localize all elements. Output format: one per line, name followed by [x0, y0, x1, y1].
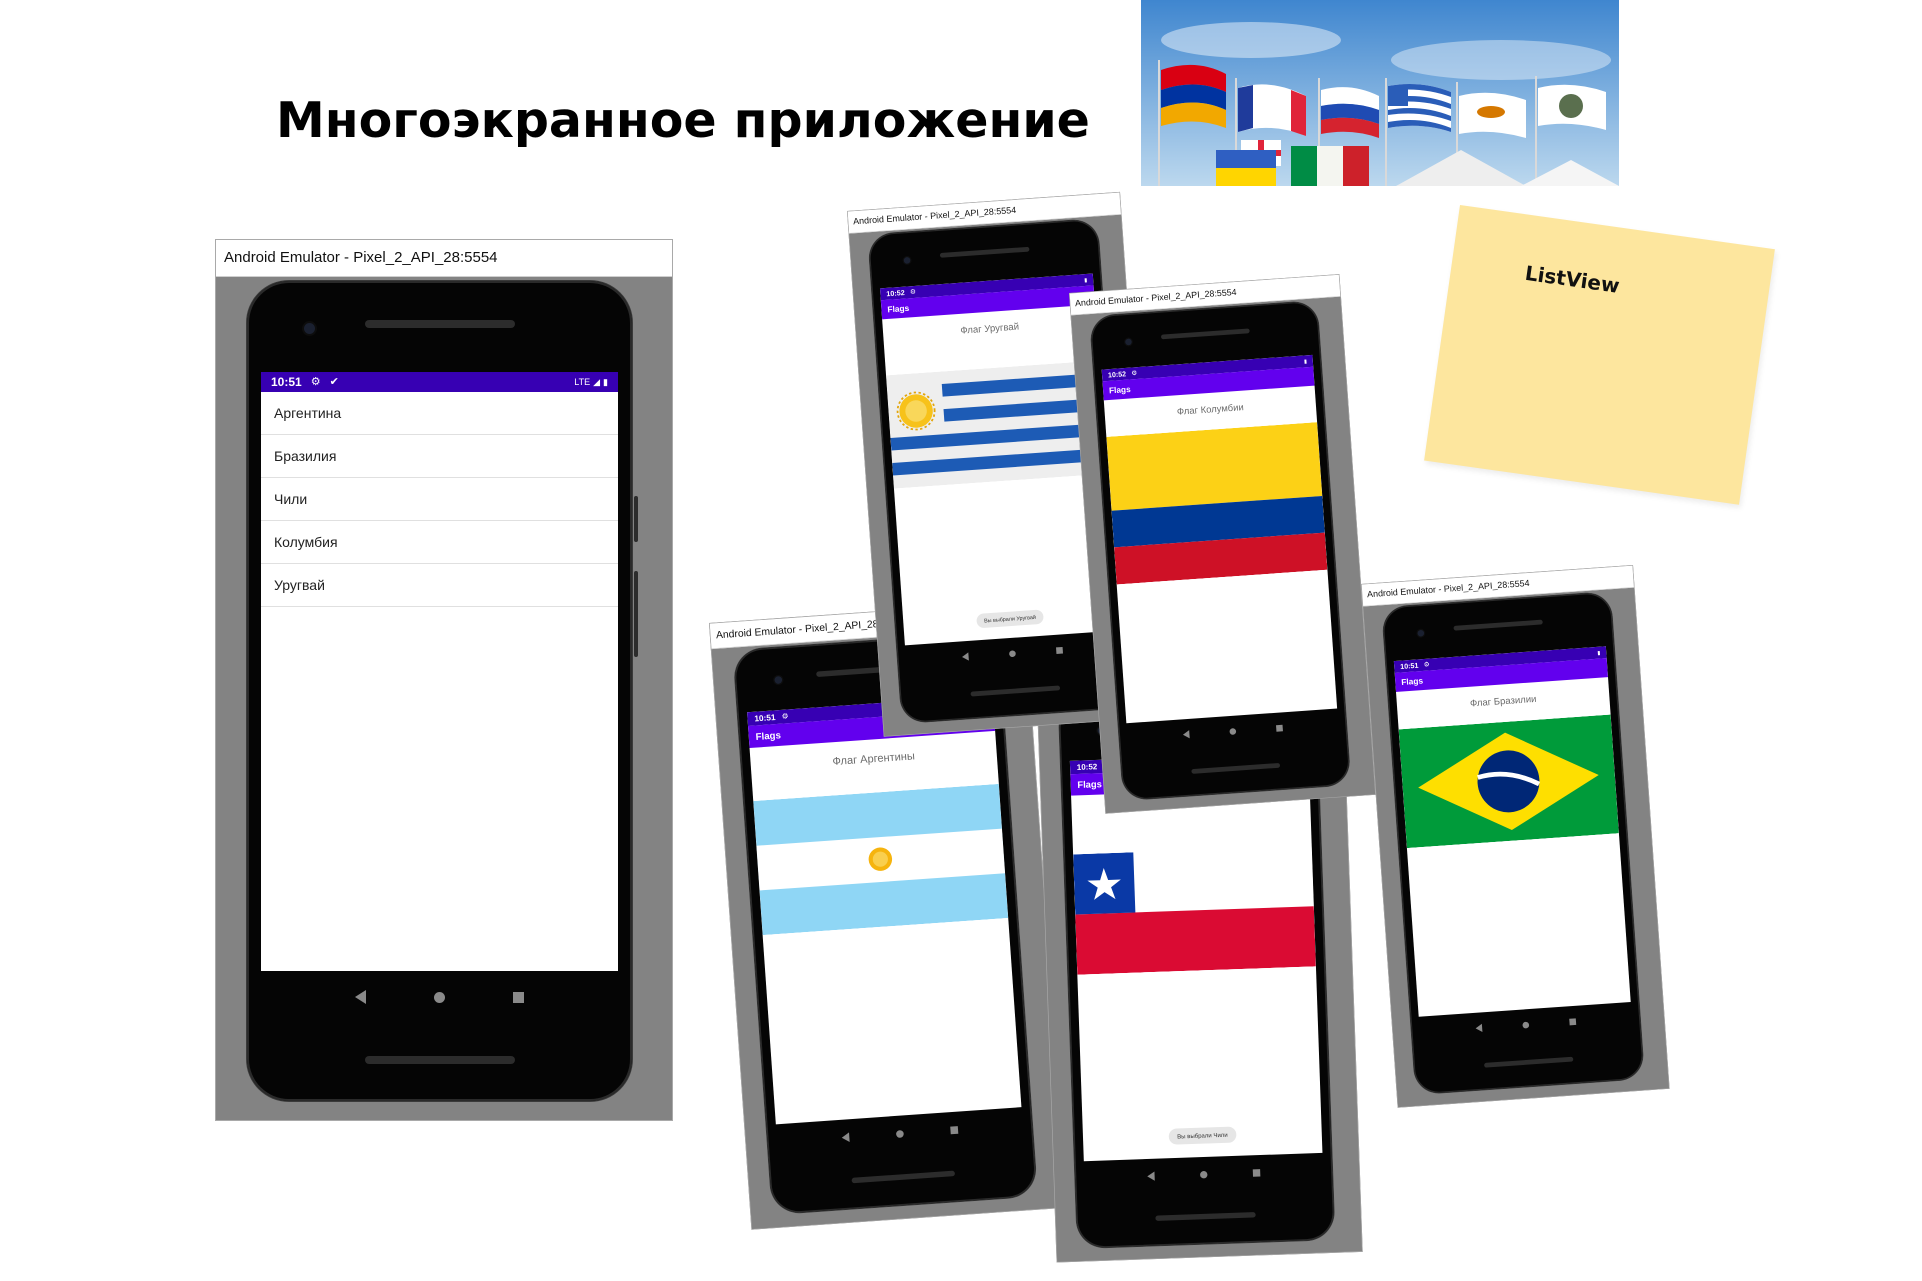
recents-icon[interactable] [1275, 724, 1283, 732]
list-item-chile[interactable]: Чили [261, 478, 618, 521]
battery-icon: ▮ [1303, 358, 1308, 365]
front-camera [304, 323, 315, 334]
home-icon[interactable] [434, 991, 445, 1003]
toast-message: Вы выбрали Уругвай [975, 609, 1045, 629]
front-camera [1417, 629, 1425, 637]
home-icon[interactable] [1199, 1170, 1208, 1179]
volume-button[interactable] [634, 571, 638, 657]
flag-title: Флаг Аргентины [832, 750, 916, 768]
sticky-note-label: ListView [1523, 260, 1622, 298]
status-time: 10:52 [1076, 761, 1098, 772]
nav-bar [261, 971, 618, 1023]
flag-title: Флаг Уругвай [960, 321, 1020, 337]
settings-icon: ⚙ [1131, 369, 1138, 378]
home-icon[interactable] [895, 1129, 904, 1138]
nav-bar [1084, 1153, 1324, 1196]
slide-title: Многоэкранное приложение [276, 92, 1090, 149]
signal-icon: ◢ [593, 377, 601, 387]
phone-screen: 10:51 ⚙ ✔ LTE ◢ ▮ Аргентина Бразилия Чил… [261, 372, 618, 971]
emulator-window-main: Android Emulator - Pixel_2_API_28:5554 1… [215, 239, 673, 1121]
download-done-icon: ✔ [329, 376, 339, 388]
battery-icon: ▮ [1084, 276, 1088, 284]
flags-banner-image [1141, 0, 1619, 186]
settings-icon: ⚙ [909, 288, 917, 296]
front-camera [774, 675, 783, 685]
list-item-brazil[interactable]: Бразилия [261, 435, 618, 478]
phone-screen: 10:52 ⚙ ▮ Flags Вы выбрали Чили [1069, 752, 1323, 1162]
flag-uruguay-image [886, 360, 1107, 489]
recents-icon[interactable] [950, 1125, 959, 1134]
settings-icon: ⚙ [1423, 660, 1430, 669]
flags-banner-svg [1141, 0, 1619, 186]
phone-frame: 10:51 ⚙ ▮ Flags Флаг Бразилии [1381, 591, 1645, 1095]
home-icon[interactable] [1008, 649, 1016, 657]
sticky-note: ListView [1424, 205, 1775, 505]
recents-icon[interactable] [1055, 646, 1063, 654]
emulator-window-brazil: Android Emulator - Pixel_2_API_28:5554 1… [1361, 564, 1670, 1108]
bottom-speaker [851, 1170, 956, 1184]
phone-screen: 10:52 ⚙ ▮ Flags Флаг Колумбии [1101, 354, 1338, 724]
list-item-argentina[interactable]: Аргентина [261, 392, 618, 435]
phone-frame: 10:51 ⚙ ✔ LTE ◢ ▮ Аргентина Бразилия Чил… [247, 281, 638, 1101]
status-time: 10:51 [271, 375, 302, 389]
flag-title: Флаг Бразилии [1469, 694, 1537, 709]
back-icon[interactable] [1475, 1023, 1483, 1033]
bottom-speaker [1484, 1056, 1574, 1068]
country-listview: Аргентина Бразилия Чили Колумбия Уругвай [261, 392, 618, 607]
bottom-speaker [1155, 1212, 1256, 1221]
back-icon[interactable] [841, 1132, 850, 1143]
battery-icon: ▮ [603, 377, 608, 387]
back-icon[interactable] [1147, 1171, 1155, 1182]
back-icon[interactable] [961, 652, 969, 662]
flag-argentina-image [753, 783, 1009, 936]
list-item-colombia[interactable]: Колумбия [261, 521, 618, 564]
recents-icon[interactable] [1569, 1018, 1577, 1026]
list-item-uruguay[interactable]: Уругвай [261, 564, 618, 607]
settings-icon: ⚙ [310, 376, 321, 388]
front-camera [1125, 338, 1132, 346]
phone-frame: 10:52 ⚙ ▮ Flags Флаг Колумбии [1089, 300, 1351, 801]
phone-screen: 10:51 ⚙ ▮ Flags Флаг Аргентины [747, 695, 1022, 1125]
front-camera [903, 256, 911, 264]
flag-chile-image [1073, 846, 1316, 975]
bottom-speaker [1191, 762, 1281, 774]
power-button[interactable] [634, 496, 638, 542]
home-icon[interactable] [1522, 1021, 1530, 1029]
flag-colombia-image [1106, 422, 1328, 585]
back-icon[interactable] [1182, 730, 1190, 739]
flag-title: Флаг Колумбии [1176, 402, 1245, 418]
status-bar: 10:51 ⚙ ✔ LTE ◢ ▮ [261, 372, 618, 392]
bottom-speaker [365, 1056, 515, 1064]
emulator-title: Android Emulator - Pixel_2_API_28:5554 [216, 240, 672, 277]
battery-icon: ▮ [1597, 649, 1601, 656]
phone-screen: 10:51 ⚙ ▮ Flags Флаг Бразилии [1393, 646, 1631, 1017]
speaker-grille [1160, 328, 1250, 340]
network-type: LTE [574, 377, 591, 387]
emulator-window-colombia: Android Emulator - Pixel_2_API_28:5554 1… [1069, 274, 1376, 814]
bottom-speaker [970, 685, 1061, 697]
speaker-grille [365, 320, 515, 328]
recents-icon[interactable] [513, 991, 524, 1003]
settings-icon: ⚙ [781, 712, 789, 721]
toast-message: Вы выбрали Чили [1168, 1126, 1237, 1145]
speaker-grille [939, 246, 1030, 258]
home-icon[interactable] [1229, 727, 1237, 735]
speaker-grille [1453, 619, 1543, 631]
flag-brazil-image [1398, 714, 1619, 849]
recents-icon[interactable] [1252, 1168, 1261, 1177]
back-icon[interactable] [355, 990, 366, 1004]
